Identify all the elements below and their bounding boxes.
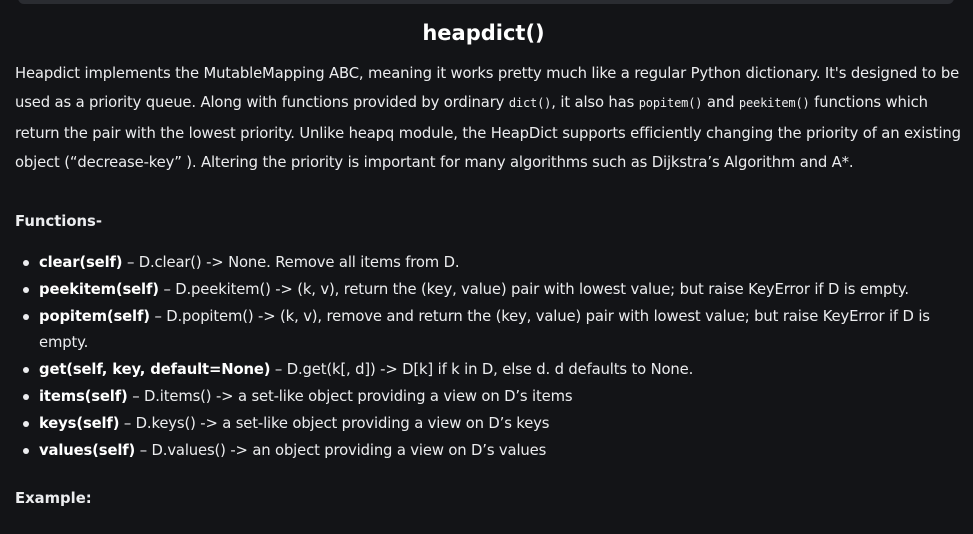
functions-list: clear(self) – D.clear() -> None. Remove … [23,250,959,465]
list-item-items: items(self) – D.items() -> a set-like ob… [23,384,959,411]
function-description: – D.clear() -> None. Remove all items fr… [122,254,460,271]
inline-code-peekitem: peekitem() [738,96,810,111]
article-page: heapdict() Heapdict implements the Mutab… [0,0,973,534]
list-item-popitem: popitem(self) – D.popitem() -> (k, v), r… [23,304,959,358]
function-name: peekitem(self) [39,280,159,298]
function-description: – D.values() -> an object providing a vi… [135,441,547,459]
list-item-peekitem: peekitem(self) – D.peekitem() -> (k, v),… [23,277,959,304]
inline-code-dict: dict() [508,96,552,111]
list-item-get: get(self, key, default=None) – D.get(k[,… [23,357,959,384]
function-name: keys(self) [39,414,120,432]
page-title: heapdict() [422,21,545,45]
function-name: clear(self) [39,254,123,271]
function-name: values(self) [39,441,136,459]
intro-text-3: and [702,94,739,112]
function-name: items(self) [39,387,128,405]
functions-heading: Functions- [15,213,103,230]
function-description: – D.popitem() -> (k, v), remove and retu… [39,307,930,352]
top-code-block-edge [18,0,954,4]
function-description: – D.keys() -> a set-like object providin… [119,414,550,432]
function-name: popitem(self) [39,307,150,325]
function-name: get(self, key, default=None) [39,361,271,379]
list-item-keys: keys(self) – D.keys() -> a set-like obje… [23,411,959,438]
intro-text-2: , it also has [551,94,639,112]
inline-code-popitem: popitem() [638,96,703,111]
list-item-clear: clear(self) – D.clear() -> None. Remove … [23,250,959,277]
function-description: – D.peekitem() -> (k, v), return the (ke… [158,280,909,298]
example-heading: Example: [15,490,92,507]
function-description: – D.items() -> a set-like object providi… [127,387,573,405]
intro-paragraph: Heapdict implements the MutableMapping A… [15,59,965,178]
list-item-values: values(self) – D.values() -> an object p… [23,438,959,465]
function-description: – D.get(k[, d]) -> D[k] if k in D, else … [270,361,694,379]
